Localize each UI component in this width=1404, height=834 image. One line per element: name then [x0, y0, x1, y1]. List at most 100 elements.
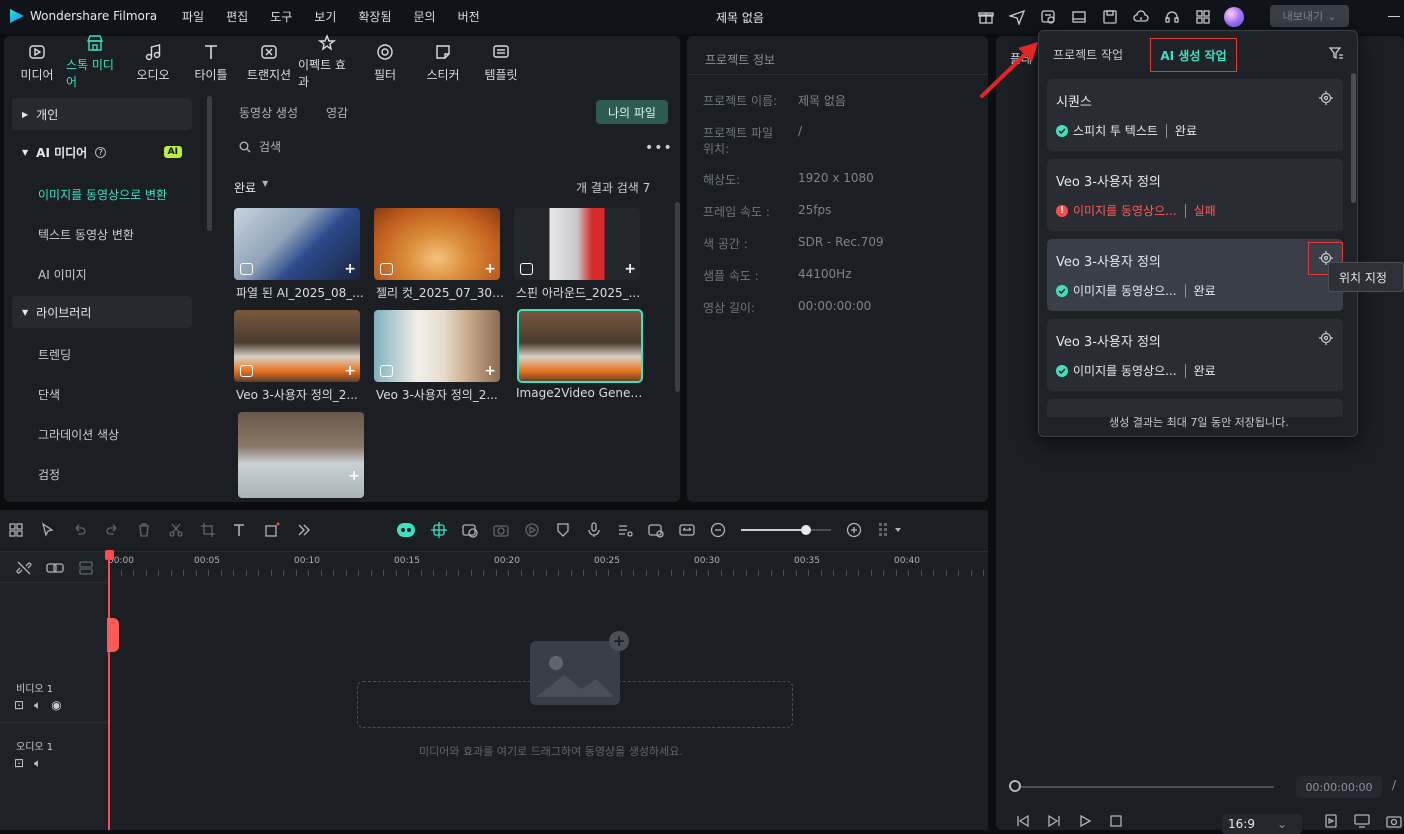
subtab-video-generation[interactable]: 동영상 생성 [239, 104, 298, 121]
menu-edit[interactable]: 편집 [226, 8, 248, 25]
seek-handle[interactable] [1009, 780, 1021, 792]
minimize-icon[interactable] [1388, 16, 1400, 17]
add-icon[interactable]: + [344, 363, 356, 379]
media-thumbnail[interactable]: + [238, 412, 364, 498]
speaker-icon[interactable]: 🔈︎ [34, 698, 41, 713]
add-icon[interactable]: + [484, 261, 496, 277]
ai-mate-icon[interactable] [396, 522, 416, 538]
sort-dropdown[interactable]: 완료 ▼ [234, 179, 268, 196]
zoom-out-icon[interactable] [710, 522, 726, 538]
zoom-in-icon[interactable] [846, 522, 862, 538]
split-icon[interactable] [168, 522, 184, 538]
tab-titles[interactable]: 타이틀 [182, 38, 240, 86]
shield-icon[interactable] [555, 522, 571, 538]
speaker-icon[interactable]: 🔈︎ [34, 756, 41, 771]
sidebar-item-image-to-video[interactable]: 이미지를 동영상으로 변환 [8, 174, 194, 214]
save-icon[interactable] [1100, 7, 1120, 27]
sidebar-item-solid-color[interactable]: 단색 [8, 374, 194, 414]
timeline-ruler[interactable]: 00:00 00:05 00:10 00:15 00:20 00:25 00:30 00:35… [108, 552, 988, 582]
next-frame-icon[interactable] [1047, 814, 1061, 828]
crop-icon[interactable] [200, 522, 216, 538]
lock-icon[interactable]: ⊡ [14, 756, 24, 771]
layout-grid-icon[interactable] [8, 522, 24, 538]
sidebar-item-trending[interactable]: 트렌딩 [8, 334, 194, 374]
playhead-marker[interactable] [107, 618, 119, 652]
microphone-icon[interactable] [586, 522, 602, 538]
media-thumbnail[interactable]: + [234, 208, 360, 280]
mark-in-icon[interactable] [1324, 814, 1338, 828]
select-tool-icon[interactable] [40, 522, 56, 538]
task-card[interactable]: Veo 3-사용자 정의 이미지를 동영상으... 완료 [1047, 239, 1343, 311]
zoom-slider[interactable] [741, 523, 831, 537]
locate-icon[interactable] [1319, 91, 1333, 105]
sidebar-item-text-to-video[interactable]: 텍스트 동영상 변환 [8, 214, 194, 254]
menu-file[interactable]: 파일 [182, 8, 204, 25]
menu-help[interactable]: 문의 [414, 8, 436, 25]
tab-stock-media[interactable]: 스톡 미디어 [66, 35, 124, 89]
tab-filters[interactable]: 필터 [356, 38, 414, 86]
more-tools-icon[interactable] [296, 522, 312, 538]
playhead[interactable] [108, 550, 110, 830]
seek-bar[interactable] [1016, 786, 1274, 788]
stop-icon[interactable] [1109, 814, 1123, 828]
tab-templates[interactable]: 템플릿 [472, 38, 530, 86]
gift-icon[interactable] [976, 7, 996, 27]
play-circle-icon[interactable] [524, 522, 540, 538]
delete-icon[interactable] [136, 522, 152, 538]
menu-extensions[interactable]: 확장됨 [358, 8, 391, 25]
tab-media[interactable]: 미디어 [8, 38, 66, 86]
unlink-icon[interactable] [16, 560, 32, 576]
display-icon[interactable] [1354, 814, 1370, 828]
add-icon[interactable]: + [624, 261, 636, 277]
ai-tasks-icon[interactable] [1038, 7, 1058, 27]
apps-grid-icon[interactable] [1193, 7, 1213, 27]
previous-frame-icon[interactable] [1016, 814, 1030, 828]
camera-icon[interactable] [493, 522, 509, 538]
media-thumbnail[interactable]: + [514, 208, 640, 280]
user-avatar[interactable] [1224, 7, 1244, 27]
speed-icon[interactable] [462, 522, 478, 538]
cloud-upload-icon[interactable] [1131, 7, 1151, 27]
tab-effects[interactable]: 이펙트 효과 [298, 34, 356, 89]
more-options-icon[interactable]: ••• [645, 140, 673, 156]
media-thumbnail[interactable]: + [374, 208, 500, 280]
shape-tool-icon[interactable] [264, 522, 280, 538]
popup-scrollbar[interactable] [1351, 73, 1356, 203]
grid-scrollbar[interactable] [675, 202, 680, 392]
auto-ripple-icon[interactable] [431, 522, 447, 538]
subtab-inspiration[interactable]: 영감 [326, 104, 348, 121]
tab-ai-generation-tasks[interactable]: AI 생성 작업 [1150, 38, 1237, 72]
media-thumbnail[interactable]: + [234, 310, 360, 382]
tab-stickers[interactable]: 스티커 [414, 38, 472, 86]
export-button[interactable]: 내보내기 ⌄ [1270, 5, 1349, 27]
tab-project-tasks[interactable]: 프로젝트 작업 [1053, 46, 1123, 63]
play-icon[interactable] [1078, 814, 1092, 828]
sidebar-scrollbar[interactable] [207, 96, 212, 231]
tab-audio[interactable]: 오디오 [124, 38, 182, 86]
add-icon[interactable]: + [344, 261, 356, 277]
help-icon[interactable]: ? [95, 146, 107, 158]
sidebar-group-ai-media[interactable]: ▼ AI 미디어 ? AI [12, 136, 192, 168]
clip-replace-icon[interactable] [648, 522, 664, 538]
menu-view[interactable]: 보기 [314, 8, 336, 25]
aspect-ratio-dropdown[interactable]: 16:9 ⌄ [1222, 814, 1302, 834]
snapshot-icon[interactable] [1386, 814, 1402, 828]
task-card[interactable]: Veo 3-사용자 정의 ! 이미지를 동영상으... 실패 [1047, 159, 1343, 231]
link-icon[interactable] [46, 560, 64, 576]
locate-icon[interactable] [1319, 331, 1333, 345]
sidebar-group-library[interactable]: ▼ 라이브러리 [12, 296, 192, 328]
layout-icon[interactable] [1069, 7, 1089, 27]
headset-icon[interactable] [1162, 7, 1182, 27]
send-icon[interactable] [1007, 7, 1027, 27]
audio-mix-icon[interactable] [617, 522, 633, 538]
task-card[interactable]: Veo 3-사용자 정의 이미지를 동영상으... 완료 [1047, 319, 1343, 391]
eye-icon[interactable]: ◉ [51, 698, 61, 713]
tab-transitions[interactable]: 트랜지션 [240, 38, 298, 86]
add-media-icon[interactable]: + [609, 631, 629, 651]
fit-icon[interactable] [679, 522, 695, 538]
track-manager-icon[interactable] [78, 560, 94, 576]
media-thumbnail[interactable]: + [374, 310, 500, 382]
track-settings-icon[interactable] [877, 522, 903, 538]
text-tool-icon[interactable] [232, 522, 248, 538]
add-icon[interactable]: + [348, 468, 360, 484]
